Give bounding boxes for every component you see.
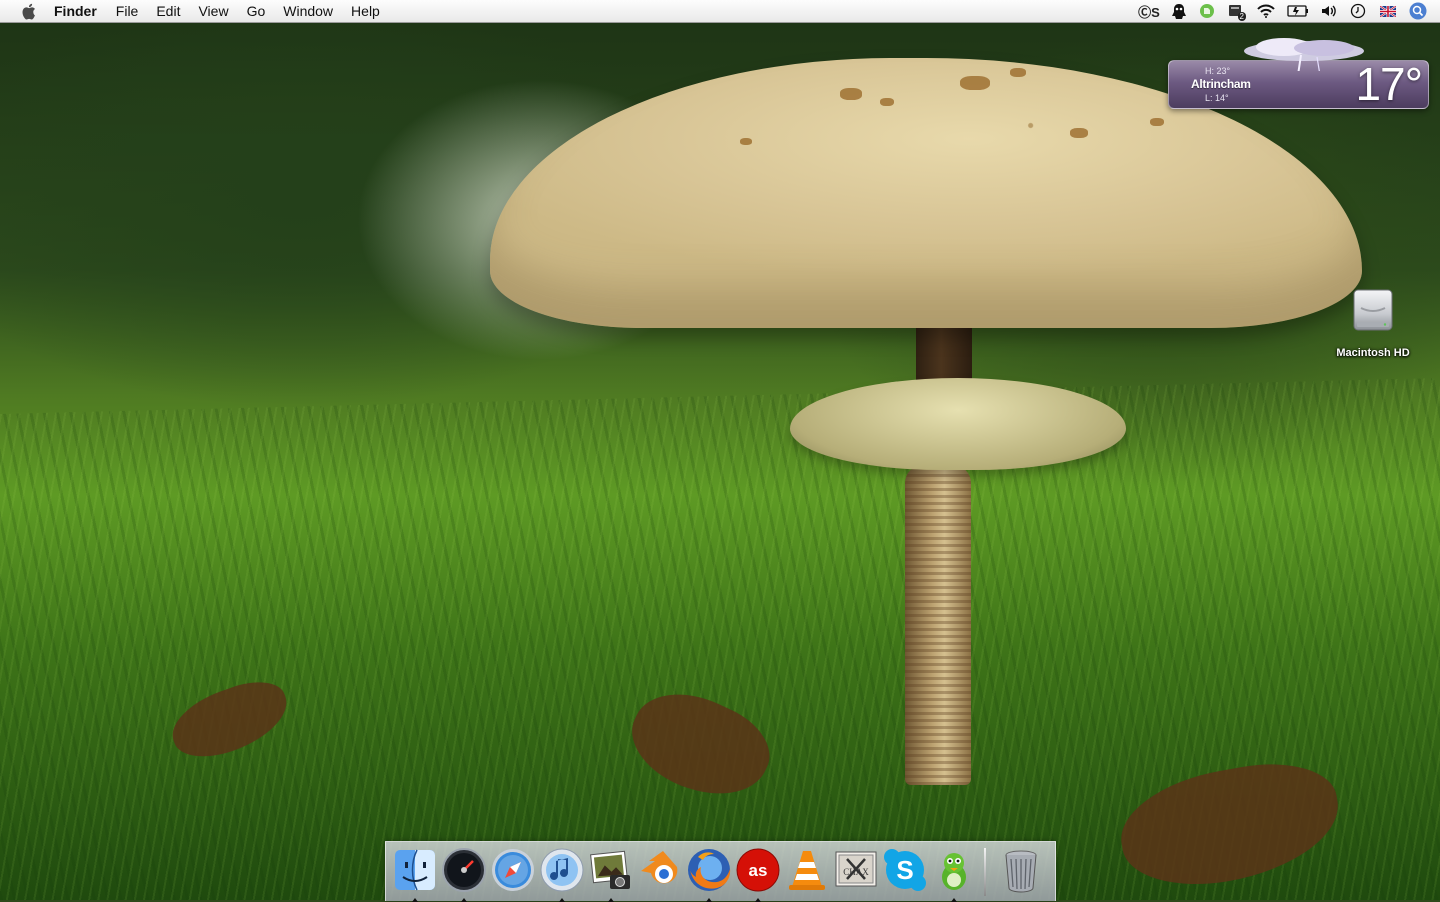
ghost-icon[interactable] [1170,0,1188,22]
notification-icon[interactable]: 2 [1226,0,1246,22]
weather-low: L: 14° [1205,93,1229,103]
apple-menu-icon[interactable] [19,2,37,20]
macintosh-hd-desktop-icon[interactable]: Macintosh HD [1330,288,1416,359]
menu-extras: ⒸS 2 [1138,0,1428,22]
menu-edit[interactable]: Edit [147,0,189,22]
weather-temperature: 17° [1355,58,1423,110]
dock-firefox[interactable] [684,847,733,902]
dock-safari[interactable] [488,847,537,897]
running-indicator [705,898,712,902]
clock-icon[interactable] [1348,0,1368,22]
dock-items: as CHAX S [390,847,1045,902]
svg-text:S: S [896,855,913,885]
dock-lastfm[interactable]: as [733,847,782,902]
dock-trash[interactable] [996,847,1045,897]
svg-text:as: as [748,861,767,880]
desktop-wallpaper [0,0,1440,900]
menu-bar: Finder File Edit View Go Window Help ⒸS … [0,0,1440,23]
menu-window[interactable]: Window [274,0,342,22]
weather-widget[interactable]: H: 23° Altrincham L: 14° 17° [1168,38,1429,110]
menu-app-finder[interactable]: Finder [54,0,107,22]
weather-high: H: 23° [1205,66,1231,76]
safari-icon [491,849,534,891]
dock: as CHAX S [385,841,1056,902]
vlc-icon [788,851,825,890]
chax-label: CHAX [843,867,869,877]
running-indicator [411,898,418,902]
dock-finder[interactable] [390,847,439,902]
running-indicator [754,898,761,902]
dock-iphoto[interactable] [586,847,635,902]
macintosh-hd-label: Macintosh HD [1336,347,1410,359]
menu-go[interactable]: Go [238,0,275,22]
weather-city: Altrincham [1191,77,1251,91]
menu-help[interactable]: Help [342,0,389,22]
dock-skype[interactable]: S [880,847,929,897]
volume-icon[interactable] [1320,0,1338,22]
firefox-icon [687,849,730,891]
spotlight-icon[interactable] [1408,0,1428,22]
trash-icon [1005,850,1036,893]
lastfm-icon[interactable]: ⒸS [1138,0,1160,22]
running-indicator [950,898,957,902]
running-indicator [607,898,614,902]
mushroom-stem [905,465,971,785]
running-indicator [558,898,565,902]
dock-itunes[interactable] [537,847,586,902]
lastfm-app-icon: as [736,848,779,892]
hard-drive-icon [1353,289,1393,331]
menu-file[interactable]: File [107,0,148,22]
dock-blender[interactable] [635,847,684,897]
dock-separator [984,848,986,896]
dock-adium[interactable] [929,847,978,902]
notification-badge: 2 [1237,12,1246,21]
finder-icon [394,849,435,891]
battery-icon[interactable] [1286,0,1310,22]
mushroom-ring [790,378,1126,470]
chax-icon: CHAX [835,851,876,887]
evernote-icon[interactable] [1198,0,1216,22]
adium-icon [941,853,966,890]
dock-dashboard[interactable] [439,847,488,902]
blender-icon [640,851,677,884]
menu-view[interactable]: View [189,0,237,22]
itunes-icon [540,848,583,892]
dock-chax[interactable]: CHAX [831,847,880,897]
thunderstorm-icon [1244,38,1364,71]
wifi-icon[interactable] [1256,0,1276,22]
iphoto-icon [589,850,630,889]
uk-flag-icon[interactable] [1378,0,1398,22]
dock-vlc[interactable] [782,847,831,897]
dashboard-icon [441,848,486,892]
running-indicator [460,898,467,902]
skype-icon: S [883,849,926,891]
